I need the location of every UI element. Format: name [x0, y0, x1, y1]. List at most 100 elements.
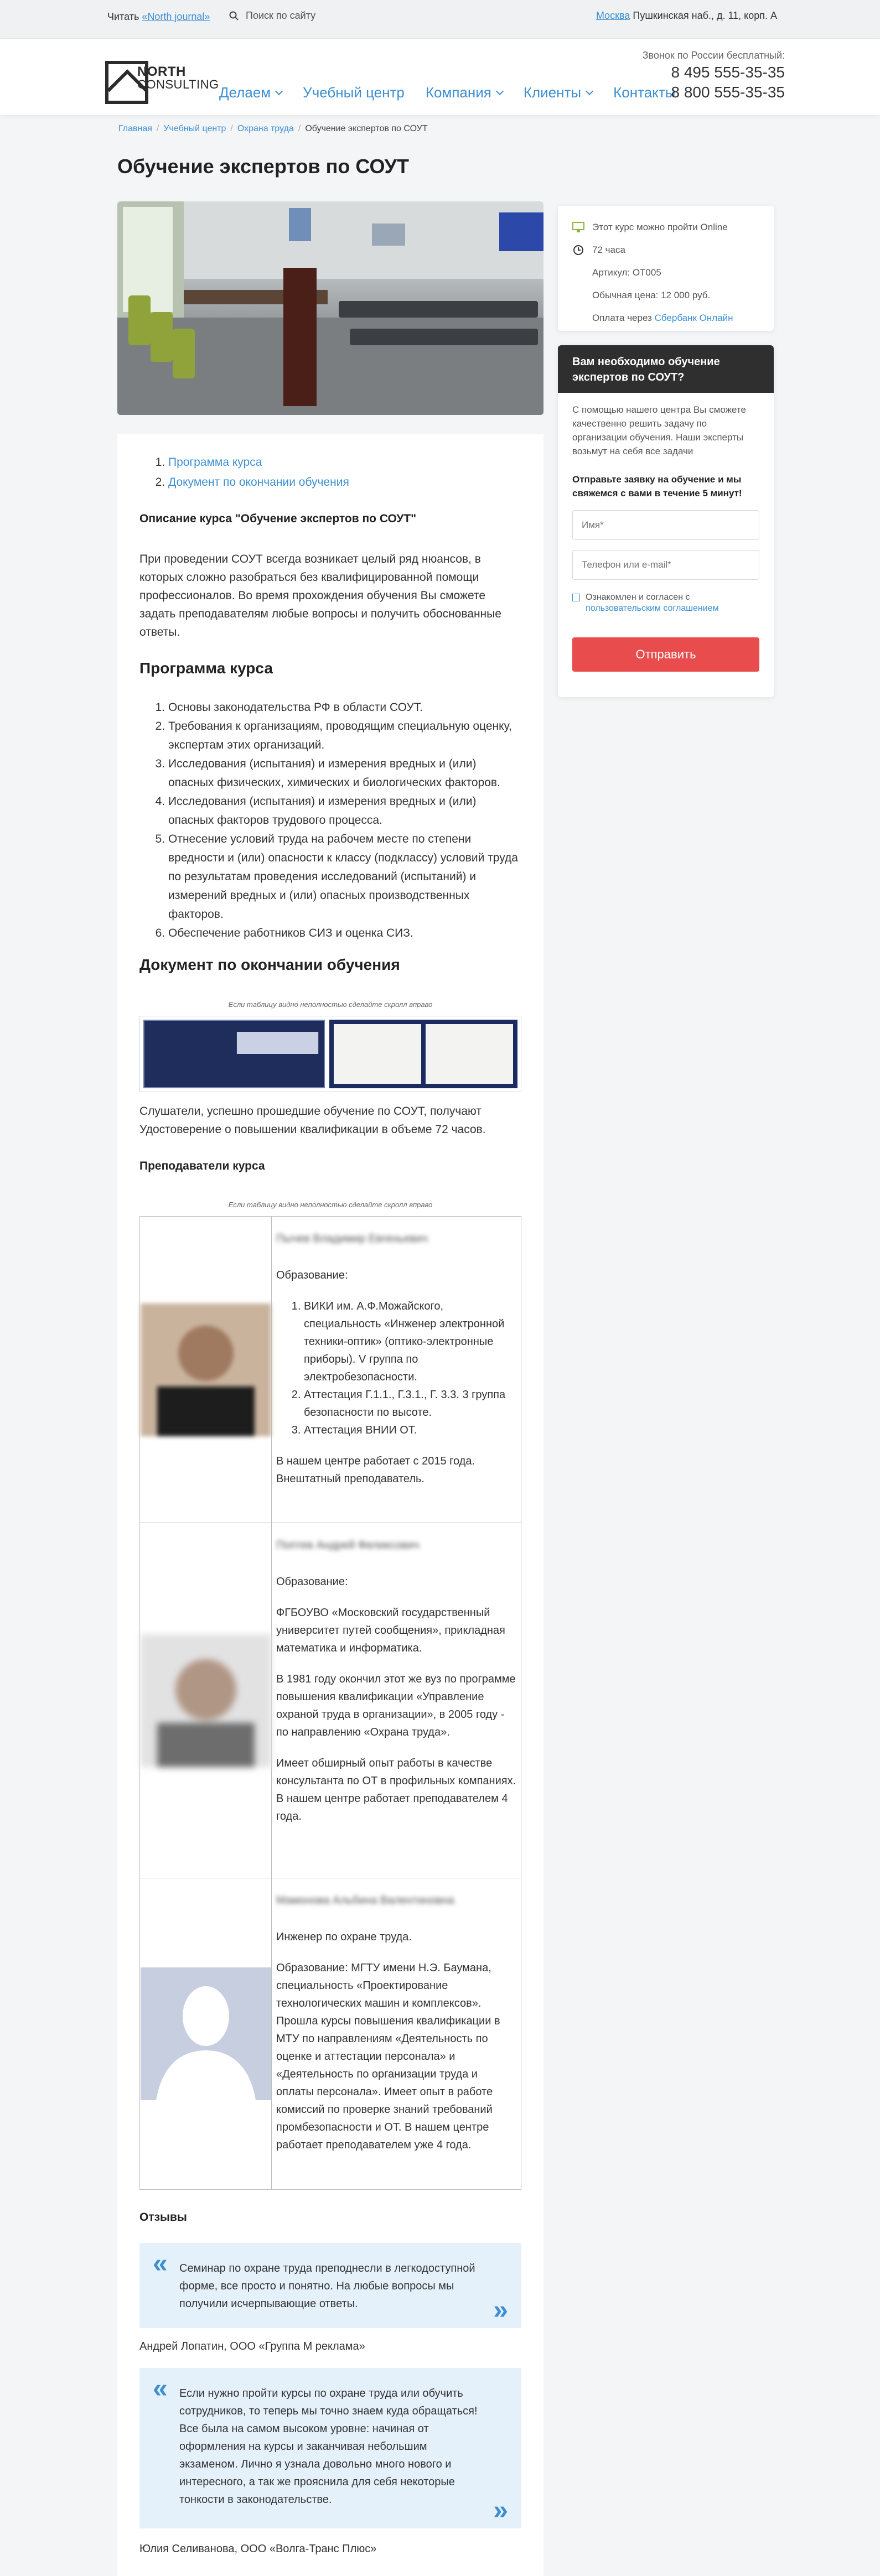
site-header: NORTH CONSULTING Делаем Учебный центр Ко… — [0, 39, 880, 115]
table-row: Мамонова Альбина Валентиновна Инженер по… — [140, 1878, 521, 2189]
info-price-text: Обычная цена: 12 000 руб. — [592, 289, 711, 300]
table-row: Пычев Владимир Евгеньевич Образование: В… — [140, 1217, 521, 1523]
city-link[interactable]: Москва — [596, 10, 630, 21]
teacher-photo — [140, 1878, 272, 2189]
teacher-edu-list: ВИКИ им. А.Ф.Можайского, специальность «… — [304, 1297, 516, 1439]
program-item: Основы законодательства РФ в области СОУ… — [168, 698, 521, 717]
list-item: Аттестация ВНИИ ОТ. — [304, 1421, 516, 1439]
contact-field[interactable] — [572, 550, 759, 580]
teacher-photo — [140, 1217, 272, 1523]
search-icon — [229, 11, 239, 20]
teacher-note: Образование: МГТУ имени Н.Э. Баумана, сп… — [276, 1962, 500, 2151]
quote-close-icon: » — [493, 2295, 508, 2325]
payment-link[interactable]: Сбербанк Онлайн — [655, 313, 733, 323]
review-author: Юлия Селиванова, ООО «Волга-Транс Плюс» — [139, 2543, 377, 2555]
teacher-note: В нашем центре работает с 2015 года. Вне… — [276, 1455, 475, 1485]
review-card: « Семинар по охране труда преподнесли в … — [139, 2243, 521, 2328]
nav-label: Клиенты — [523, 84, 582, 101]
info-online: Этот курс можно пройти Online — [572, 216, 759, 238]
journal-prefix: Читать — [107, 11, 139, 22]
teacher-info: Поптев Андрей Феликсович Образование: ФГ… — [272, 1523, 521, 1878]
toc-item[interactable]: Программа курса — [168, 453, 349, 472]
table-row: Поптев Андрей Феликсович Образование: ФГ… — [140, 1523, 521, 1878]
clock-icon — [573, 245, 583, 255]
review-text: Если нужно пройти курсы по охране труда … — [179, 2387, 478, 2506]
avatar-placeholder-icon — [140, 1967, 271, 2100]
course-photo — [117, 201, 543, 415]
top-bar: Читать «North journal» Поиск по сайту Мо… — [0, 0, 880, 39]
agreement-link[interactable]: пользовательским соглашением — [586, 604, 719, 613]
document-title: Документ по окончании обучения — [139, 956, 400, 973]
info-article-text: Артикул: ОТ005 — [592, 267, 661, 278]
breadcrumb: Главная / Учебный центр / Охрана труда / Обуче… — [118, 124, 428, 133]
search-placeholder[interactable]: Поиск по сайту — [246, 10, 315, 22]
teacher-note: Имеет обширный опыт работы в качестве ко… — [276, 1757, 516, 1822]
info-online-text: Этот курс можно пройти Online — [592, 221, 728, 232]
info-hours-text: 72 часа — [592, 244, 625, 255]
request-form-call-text: Отправьте заявку на обучение и мы свяжем… — [572, 474, 742, 498]
quote-open-icon: « — [153, 2249, 168, 2278]
review-card: « Если нужно пройти курсы по охране труд… — [139, 2368, 521, 2528]
teacher-info: Мамонова Альбина Валентиновна Инженер по… — [272, 1878, 521, 2189]
nav-item-company[interactable]: Компания — [425, 84, 504, 101]
phone-2[interactable]: 8 800 555-35-35 — [643, 84, 785, 101]
teachers-title: Преподаватели курса — [139, 1160, 265, 1172]
info-article: Артикул: ОТ005 — [572, 261, 759, 284]
description-title: Описание курса "Обучение экспертов по СО… — [139, 512, 417, 525]
review-author: Андрей Лопатин, ООО «Группа М реклама» — [139, 2340, 365, 2352]
nav-item-training[interactable]: Учебный центр — [303, 84, 405, 101]
address: Москва Пушкинская наб., д. 11, корп. А — [596, 10, 777, 22]
journal-link[interactable]: «North journal» — [142, 11, 210, 22]
reviews-title: Отзывы — [139, 2211, 187, 2224]
agreement: Ознакомлен и согласен с пользовательским… — [558, 580, 774, 614]
program-title: Программа курса — [139, 659, 273, 677]
nav-item-services[interactable]: Делаем — [219, 84, 283, 101]
program-item: Исследования (испытания) и измерения вре… — [168, 755, 521, 792]
phone-1[interactable]: 8 495 555-35-35 — [643, 64, 785, 81]
info-payment: Оплата через Сбербанк Онлайн — [572, 307, 759, 329]
journal-promo: Читать «North journal» — [107, 11, 210, 23]
toc-link-document[interactable]: Документ по окончании обучения — [168, 476, 349, 489]
nav-label: Учебный центр — [303, 84, 405, 101]
nav-label: Компания — [425, 84, 491, 101]
toc-link-program[interactable]: Программа курса — [168, 456, 262, 469]
document-text: Слушатели, успешно прошедшие обучение по… — [139, 1105, 486, 1136]
nav-item-clients[interactable]: Клиенты — [523, 84, 594, 101]
quote-open-icon: « — [153, 2374, 168, 2403]
toc-item[interactable]: Документ по окончании обучения — [168, 472, 349, 492]
teacher-edu-label: Образование: — [276, 1269, 348, 1281]
list-item: Аттестация Г.1.1., Г.3.1., Г. 3.3. 3 гру… — [304, 1386, 516, 1421]
teacher-note: В 1981 году окончил этот же вуз по прогр… — [276, 1673, 516, 1738]
program-item: Требования к организациям, проводящим сп… — [168, 717, 521, 755]
logo[interactable]: NORTH CONSULTING — [105, 61, 219, 104]
teacher-photo — [140, 1523, 272, 1878]
teacher-edu-label: Инженер по охране труда. — [276, 1931, 412, 1943]
info-price: Обычная цена: 12 000 руб. — [572, 284, 759, 307]
breadcrumb-current: Обучение экспертов по СОУТ — [305, 124, 428, 133]
phones: Звонок по России бесплатный: 8 495 555-3… — [643, 50, 785, 101]
description-text: При проведении СОУТ всегда возникает цел… — [139, 553, 501, 638]
request-form: Вам необходимо обучение экспертов по СОУ… — [558, 345, 774, 697]
breadcrumb-training[interactable]: Учебный центр — [163, 124, 226, 133]
certificate-images — [139, 1016, 521, 1092]
teacher-name: Поптев Андрей Феликсович — [276, 1539, 420, 1551]
request-form-title: Вам необходимо обучение экспертов по СОУ… — [558, 345, 774, 393]
breadcrumb-home[interactable]: Главная — [118, 124, 152, 133]
name-field[interactable] — [572, 510, 759, 540]
certificate-inside[interactable] — [329, 1020, 517, 1088]
agreement-checkbox[interactable] — [572, 594, 580, 601]
program-item: Отнесение условий труда на рабочем месте… — [168, 830, 521, 924]
scroll-hint: Если таблицу видно неполностью сделайте … — [228, 1000, 433, 1009]
breadcrumb-safety[interactable]: Охрана труда — [237, 124, 294, 133]
review-text: Семинар по охране труда преподнесли в ле… — [179, 2262, 475, 2310]
certificate-cover[interactable] — [143, 1020, 325, 1088]
teachers-table: Пычев Владимир Евгеньевич Образование: В… — [139, 1216, 521, 2190]
nav-label: Делаем — [219, 84, 271, 101]
site-search[interactable]: Поиск по сайту — [229, 10, 315, 22]
request-form-description: С помощью нашего центра Вы сможете качес… — [572, 404, 746, 456]
program-item: Исследования (испытания) и измерения вре… — [168, 792, 521, 830]
address-text: Пушкинская наб., д. 11, корп. А — [633, 10, 777, 21]
logo-line2: CONSULTING — [137, 77, 219, 91]
submit-button[interactable]: Отправить — [572, 637, 759, 672]
main-nav: Делаем Учебный центр Компания Клиенты Ко… — [219, 84, 675, 101]
